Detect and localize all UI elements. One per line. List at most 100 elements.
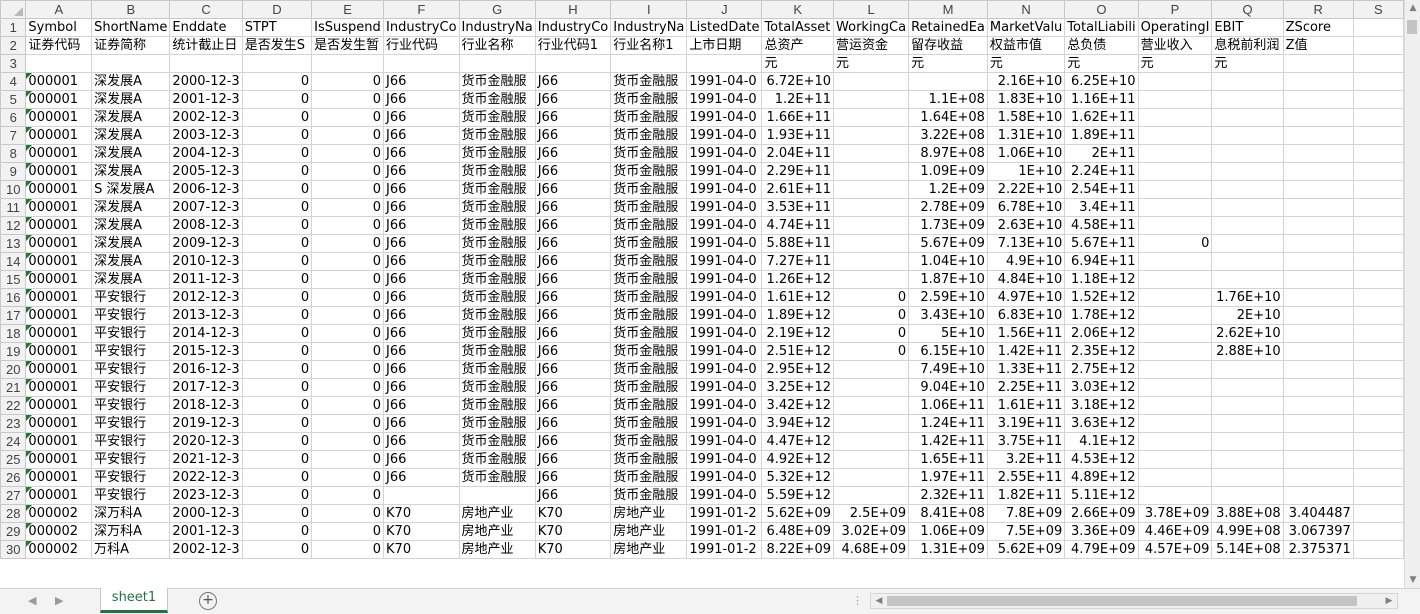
cell-b2[interactable]: 证券简称 [91, 36, 171, 55]
cell-p9[interactable] [1137, 162, 1213, 181]
cell-m11[interactable]: 2.78E+09 [908, 198, 988, 217]
cell-i4[interactable]: 货币金融服 [610, 72, 688, 91]
cell-q8[interactable] [1211, 144, 1284, 163]
cell-k19[interactable]: 2.51E+12 [761, 342, 835, 361]
cell-m19[interactable]: 6.15E+10 [908, 342, 988, 361]
cell-b25[interactable]: 平安银行 [91, 450, 171, 469]
cell-b29[interactable]: 深万科A [91, 522, 171, 541]
cell-f22[interactable]: J66 [383, 396, 460, 415]
row-header[interactable]: 21 [0, 378, 27, 397]
cell-k26[interactable]: 5.32E+12 [761, 468, 835, 487]
cell-h8[interactable]: J66 [534, 144, 612, 163]
cell-e4[interactable]: 0 [311, 72, 385, 91]
cell-n12[interactable]: 2.63E+10 [986, 216, 1066, 235]
cell-i12[interactable]: 货币金融服 [610, 216, 688, 235]
cell-i6[interactable]: 货币金融服 [610, 108, 688, 127]
cell-e12[interactable]: 0 [311, 216, 385, 235]
cell-i11[interactable]: 货币金融服 [610, 198, 688, 217]
cell-n29[interactable]: 7.5E+09 [986, 522, 1066, 541]
cell-d18[interactable]: 0 [241, 324, 313, 343]
cell-h5[interactable]: J66 [534, 90, 612, 109]
cell-d11[interactable]: 0 [241, 198, 313, 217]
cell-p11[interactable] [1137, 198, 1213, 217]
cell-d25[interactable]: 0 [241, 450, 313, 469]
cell-q13[interactable] [1211, 234, 1284, 253]
cell-s29[interactable] [1352, 522, 1404, 541]
cell-n28[interactable]: 7.8E+09 [986, 504, 1066, 523]
cell-d22[interactable]: 0 [241, 396, 313, 415]
cell-g20[interactable]: 货币金融服 [458, 360, 536, 379]
cell-d26[interactable]: 0 [241, 468, 313, 487]
cell-o23[interactable]: 3.63E+12 [1064, 414, 1139, 433]
cell-h26[interactable]: J66 [534, 468, 612, 487]
cell-m9[interactable]: 1.09E+09 [908, 162, 988, 181]
cell-h13[interactable]: J66 [534, 234, 612, 253]
cell-j10[interactable]: 1991-04-0 [686, 180, 763, 199]
column-header-p[interactable]: P [1137, 0, 1213, 19]
cell-m5[interactable]: 1.1E+08 [908, 90, 988, 109]
cell-s19[interactable] [1352, 342, 1404, 361]
tab-split-handle-icon[interactable]: ⋮ [852, 594, 864, 607]
cell-a29[interactable]: 000002 [25, 522, 93, 541]
cell-o15[interactable]: 1.18E+12 [1064, 270, 1139, 289]
cell-g30[interactable]: 房地产业 [458, 540, 536, 559]
cell-r10[interactable] [1282, 180, 1354, 199]
cell-d15[interactable]: 0 [241, 270, 313, 289]
cell-d21[interactable]: 0 [241, 378, 313, 397]
cell-i15[interactable]: 货币金融服 [610, 270, 688, 289]
cell-a17[interactable]: 000001 [25, 306, 93, 325]
cell-d2[interactable]: 是否发生S [241, 36, 313, 55]
scroll-up-arrow-icon[interactable]: ▲ [1405, 0, 1420, 16]
cell-i23[interactable]: 货币金融服 [610, 414, 688, 433]
row-header[interactable]: 3 [0, 54, 27, 73]
cell-l23[interactable] [833, 414, 910, 433]
cell-o1[interactable]: TotalLiabili [1064, 18, 1139, 37]
cell-j27[interactable]: 1991-04-0 [686, 486, 763, 505]
cell-q7[interactable] [1211, 126, 1284, 145]
cell-a24[interactable]: 000001 [25, 432, 93, 451]
cell-q1[interactable]: EBIT [1211, 18, 1284, 37]
row-header[interactable]: 19 [0, 342, 27, 361]
cell-e15[interactable]: 0 [311, 270, 385, 289]
cell-m15[interactable]: 1.87E+10 [908, 270, 988, 289]
cell-a20[interactable]: 000001 [25, 360, 93, 379]
cell-m14[interactable]: 1.04E+10 [908, 252, 988, 271]
row-header[interactable]: 9 [0, 162, 27, 181]
cell-s8[interactable] [1352, 144, 1404, 163]
column-header-o[interactable]: O [1064, 0, 1139, 19]
cell-d12[interactable]: 0 [241, 216, 313, 235]
cell-a15[interactable]: 000001 [25, 270, 93, 289]
prev-sheet-icon[interactable]: ◀ [28, 594, 36, 607]
cell-m7[interactable]: 3.22E+08 [908, 126, 988, 145]
cell-g15[interactable]: 货币金融服 [458, 270, 536, 289]
cell-c29[interactable]: 2001-12-3 [169, 522, 243, 541]
cell-l5[interactable] [833, 90, 910, 109]
cell-b19[interactable]: 平安银行 [91, 342, 171, 361]
cell-n2[interactable]: 权益市值 [986, 36, 1066, 55]
cell-r25[interactable] [1282, 450, 1354, 469]
cell-o30[interactable]: 4.79E+09 [1064, 540, 1139, 559]
cell-a4[interactable]: 000001 [25, 72, 93, 91]
row-header[interactable]: 15 [0, 270, 27, 289]
cell-q14[interactable] [1211, 252, 1284, 271]
cell-p13[interactable]: 0 [1137, 234, 1213, 253]
cell-i9[interactable]: 货币金融服 [610, 162, 688, 181]
cell-j6[interactable]: 1991-04-0 [686, 108, 763, 127]
row-header[interactable]: 6 [0, 108, 27, 127]
cell-q5[interactable] [1211, 90, 1284, 109]
scroll-left-arrow-icon[interactable]: ◀ [871, 593, 887, 609]
cell-p30[interactable]: 4.57E+09 [1137, 540, 1213, 559]
row-header[interactable]: 12 [0, 216, 27, 235]
cell-d5[interactable]: 0 [241, 90, 313, 109]
cell-e10[interactable]: 0 [311, 180, 385, 199]
cell-j9[interactable]: 1991-04-0 [686, 162, 763, 181]
cell-e22[interactable]: 0 [311, 396, 385, 415]
cell-l10[interactable] [833, 180, 910, 199]
cell-g10[interactable]: 货币金融服 [458, 180, 536, 199]
cell-o7[interactable]: 1.89E+11 [1064, 126, 1139, 145]
cell-j2[interactable]: 上市日期 [686, 36, 763, 55]
column-header-i[interactable]: I [610, 0, 688, 19]
cell-f16[interactable]: J66 [383, 288, 460, 307]
cell-k2[interactable]: 总资产 [761, 36, 835, 55]
cell-b18[interactable]: 平安银行 [91, 324, 171, 343]
